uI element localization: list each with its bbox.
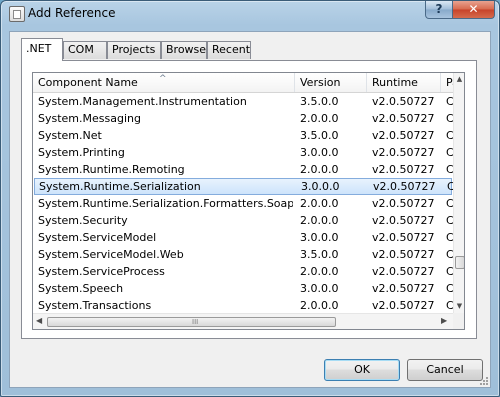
runtime-cell: v2.0.50727	[372, 282, 435, 295]
component-name-cell: System.ServiceModel.Web	[38, 248, 184, 261]
component-name-cell: System.Printing	[38, 146, 125, 159]
component-name-cell: System.Runtime.Serialization	[39, 180, 201, 193]
tab-com[interactable]: COM	[63, 41, 107, 59]
tab-projects[interactable]: Projects	[107, 41, 161, 59]
version-cell: 3.5.0.0	[300, 129, 339, 142]
runtime-cell: v2.0.50727	[372, 265, 435, 278]
version-cell: 2.0.0.0	[300, 299, 339, 312]
table-row[interactable]: System.Messaging 2.0.0.0 v2.0.50727 C:	[33, 110, 457, 127]
table-row[interactable]: System.Printing 3.0.0.0 v2.0.50727 C:	[33, 144, 457, 161]
scroll-left-arrow-icon[interactable]: ◀	[36, 316, 42, 325]
component-name-cell: System.Runtime.Serialization.Formatters.…	[38, 197, 293, 210]
runtime-cell: v2.0.50727	[372, 231, 435, 244]
table-row[interactable]: System.Speech 3.0.0.0 v2.0.50727 C:	[33, 280, 457, 297]
column-header-component-name[interactable]: Component Name ^	[33, 73, 295, 92]
vertical-scroll-thumb[interactable]	[455, 256, 464, 269]
version-cell: 2.0.0.0	[300, 265, 339, 278]
table-row[interactable]: System.ServiceModel 3.0.0.0 v2.0.50727 C:	[33, 229, 457, 246]
version-cell: 3.0.0.0	[300, 231, 339, 244]
horizontal-scroll-thumb[interactable]: III	[47, 317, 336, 327]
tab-net[interactable]: .NET	[21, 38, 63, 61]
version-cell: 2.0.0.0	[300, 197, 339, 210]
version-cell: 2.0.0.0	[300, 163, 339, 176]
tab-browse[interactable]: Browse	[161, 41, 207, 59]
component-name-cell: System.Net	[38, 129, 102, 142]
resize-grip-icon[interactable]	[478, 375, 488, 385]
tab-panel-net: Component Name ^ Version Runtime Pa Syst…	[21, 60, 477, 339]
add-reference-dialog: Add Reference ? ✕ .NET COM Projects Brow…	[0, 0, 500, 397]
table-row[interactable]: System.ServiceProcess 2.0.0.0 v2.0.50727 C:	[33, 263, 457, 280]
column-header-runtime[interactable]: Runtime	[367, 73, 441, 92]
table-row[interactable]: System.Net 3.5.0.0 v2.0.50727 C:	[33, 127, 457, 144]
version-cell: 3.0.0.0	[300, 146, 339, 159]
component-name-cell: System.Messaging	[38, 112, 141, 125]
help-button[interactable]: ?	[425, 1, 453, 19]
component-name-cell: System.Speech	[38, 282, 124, 295]
dialog-app-icon	[9, 6, 25, 22]
runtime-cell: v2.0.50727	[372, 197, 435, 210]
dialog-client-area: .NET COM Projects Browse Recent Componen…	[9, 31, 491, 388]
runtime-cell: v2.0.50727	[372, 248, 435, 261]
sort-ascending-icon: ^	[159, 74, 167, 84]
version-cell: 3.5.0.0	[300, 248, 339, 261]
version-cell: 3.0.0.0	[300, 282, 339, 295]
version-cell: 3.0.0.0	[301, 180, 340, 193]
scrollbar-corner	[453, 313, 464, 329]
scroll-up-arrow-icon[interactable]: ▲	[455, 75, 464, 83]
table-row[interactable]: System.Runtime.Serialization 3.0.0.0 v2.0.…	[34, 178, 458, 195]
scroll-grip-icon: III	[192, 318, 199, 326]
list-header: Component Name ^ Version Runtime Pa	[33, 73, 455, 93]
scroll-down-arrow-icon[interactable]: ▼	[455, 302, 464, 310]
component-name-cell: System.ServiceProcess	[38, 265, 165, 278]
component-list[interactable]: Component Name ^ Version Runtime Pa Syst…	[32, 72, 465, 330]
component-name-cell: System.Management.Instrumentation	[38, 95, 247, 108]
runtime-cell: v2.0.50727	[372, 129, 435, 142]
horizontal-scrollbar[interactable]: ◀ III ▶	[33, 313, 453, 329]
runtime-cell: v2.0.50727	[372, 112, 435, 125]
vertical-scrollbar[interactable]: ▲ ▼	[453, 73, 464, 313]
runtime-cell: v2.0.50727	[372, 299, 435, 312]
column-header-version[interactable]: Version	[295, 73, 367, 92]
scroll-right-arrow-icon[interactable]: ▶	[441, 316, 447, 325]
component-name-cell: System.Runtime.Remoting	[38, 163, 185, 176]
version-cell: 2.0.0.0	[300, 112, 339, 125]
window-title: Add Reference	[28, 6, 116, 20]
table-row[interactable]: System.Transactions 2.0.0.0 v2.0.50727 C:	[33, 297, 457, 314]
runtime-cell: v2.0.50727	[372, 95, 435, 108]
close-button[interactable]: ✕	[452, 1, 495, 19]
runtime-cell: v2.0.50727	[372, 163, 435, 176]
table-row[interactable]: System.ServiceModel.Web 3.5.0.0 v2.0.50727…	[33, 246, 457, 263]
table-row[interactable]: System.Management.Instrumentation 3.5.0.0…	[33, 93, 457, 110]
title-bar[interactable]: Add Reference ? ✕	[1, 1, 499, 27]
table-row[interactable]: System.Runtime.Remoting 2.0.0.0 v2.0.50727…	[33, 161, 457, 178]
column-header-label: Component Name	[38, 76, 138, 89]
tab-recent[interactable]: Recent	[207, 41, 251, 59]
component-name-cell: System.Transactions	[38, 299, 152, 312]
runtime-cell: v2.0.50727	[372, 214, 435, 227]
cancel-button[interactable]: Cancel	[407, 359, 483, 381]
component-name-cell: System.ServiceModel	[38, 231, 157, 244]
table-row[interactable]: System.Security 2.0.0.0 v2.0.50727 C:	[33, 212, 457, 229]
version-cell: 2.0.0.0	[300, 214, 339, 227]
table-row[interactable]: System.Runtime.Serialization.Formatters.…	[33, 195, 457, 212]
component-name-cell: System.Security	[38, 214, 128, 227]
runtime-cell: v2.0.50727	[372, 146, 435, 159]
ok-button[interactable]: OK	[324, 359, 400, 381]
runtime-cell: v2.0.50727	[373, 180, 436, 193]
version-cell: 3.5.0.0	[300, 95, 339, 108]
list-rows: System.Management.Instrumentation 3.5.0.0…	[33, 93, 458, 314]
